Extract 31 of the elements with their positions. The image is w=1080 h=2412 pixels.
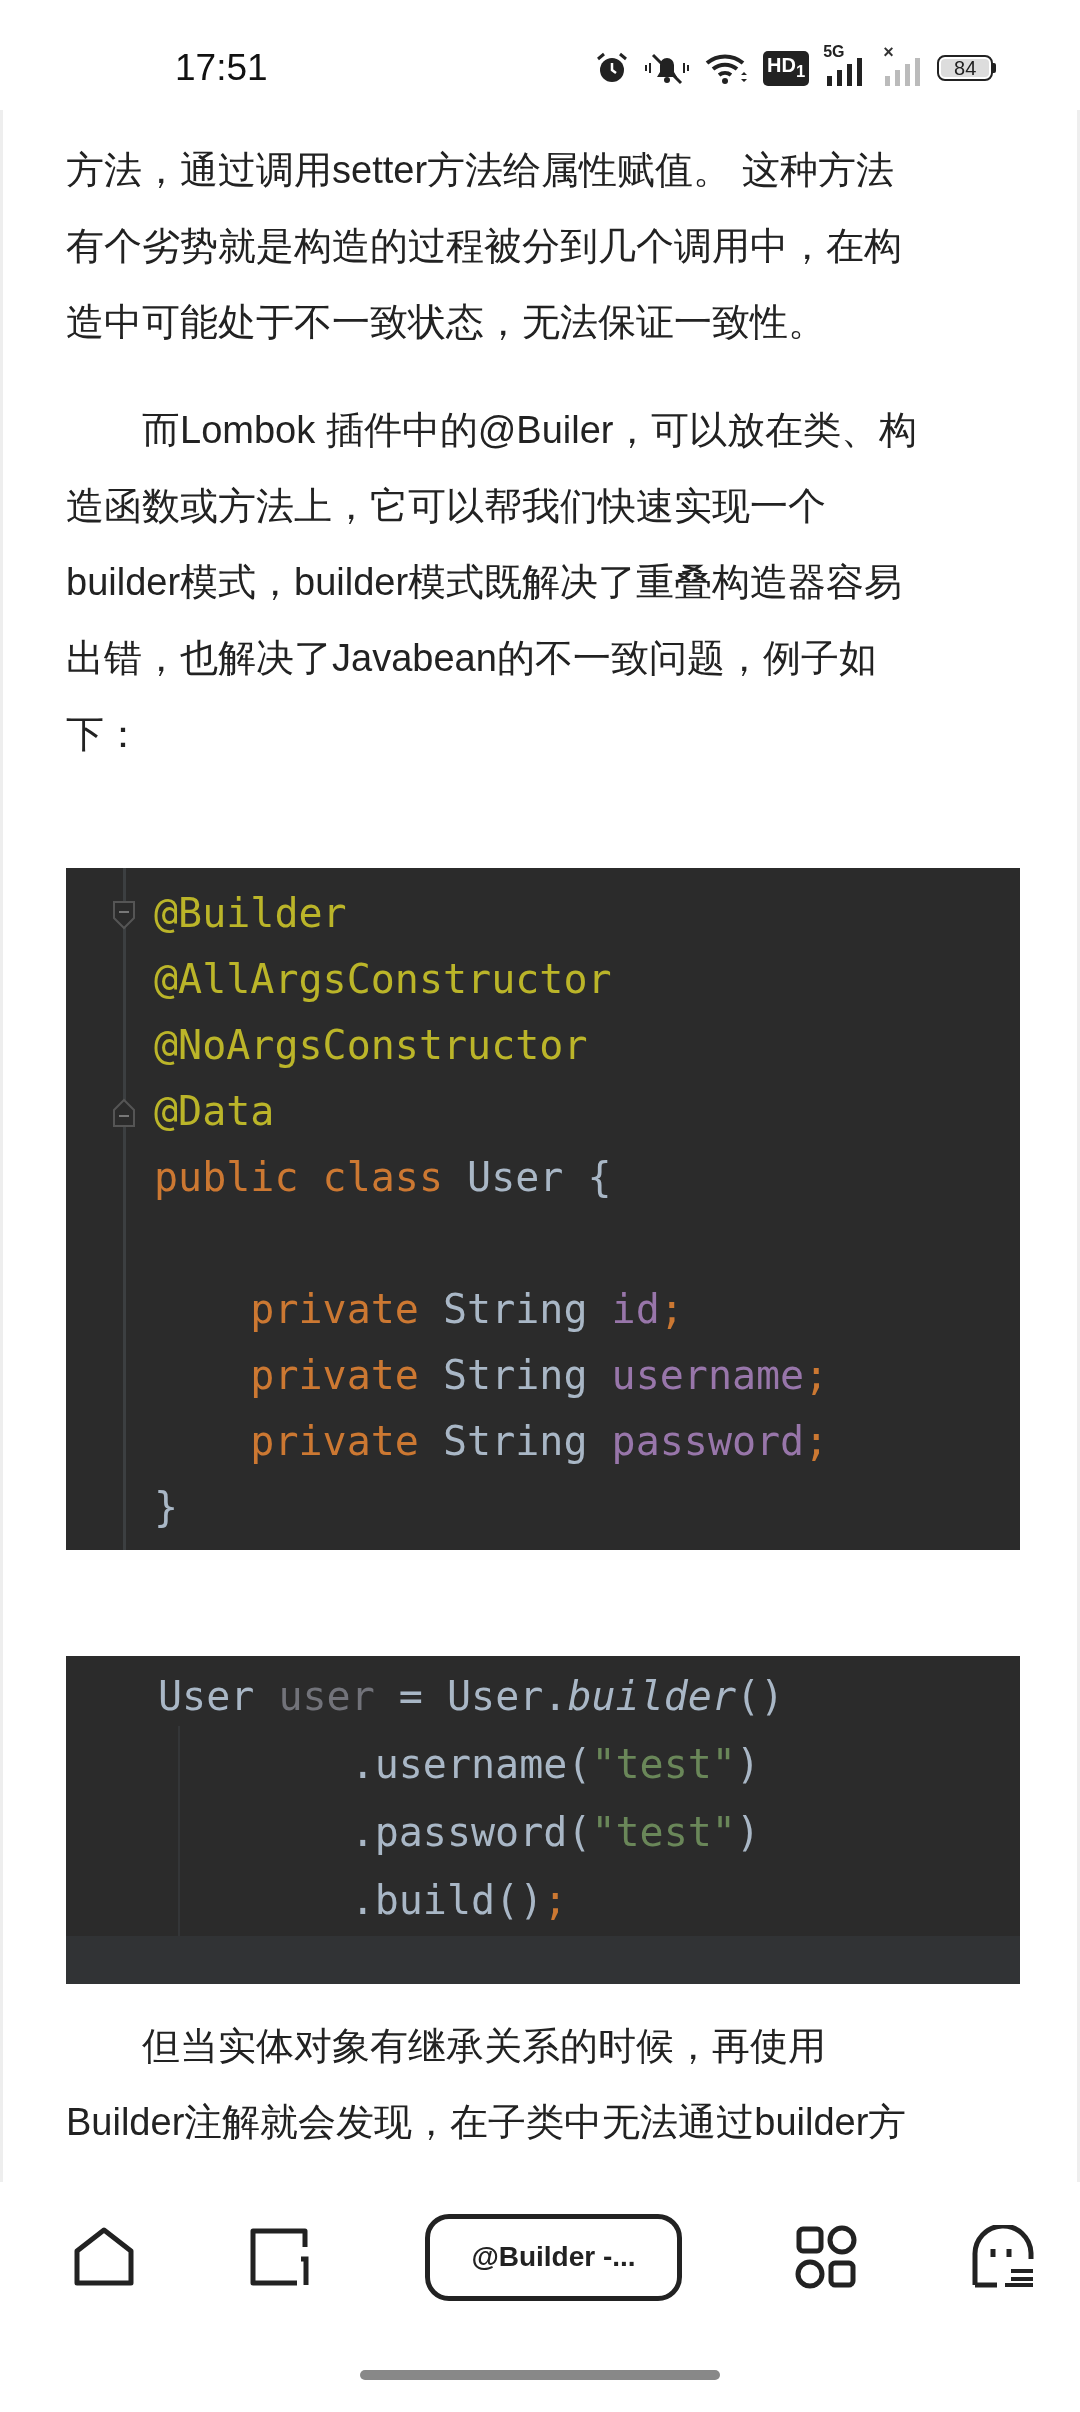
paragraph-text: 方法，通过调用setter方法给属性赋值。 这种方法 有个劣势就是构造的过程被分到几个调用中，在构 造中可能处于不一致状态，无法保证一致性。: [66, 148, 903, 345]
alarm-clock-icon: [595, 51, 629, 85]
network-type-label: 5G: [823, 44, 845, 60]
wifi-icon: [705, 51, 749, 85]
code-line: private String username;: [250, 1352, 829, 1398]
hd-badge: HD$_{1}$: [763, 50, 810, 86]
horizontal-scrollbar[interactable]: [66, 1936, 1020, 1984]
battery-level: 84: [941, 59, 990, 77]
clock-time: 17:51: [175, 47, 269, 89]
code-line: @NoArgsConstructor: [154, 1022, 588, 1068]
code-line: }: [154, 1484, 179, 1530]
code-line: User user = User.builder(): [158, 1673, 785, 1719]
code-line: @Builder: [154, 890, 347, 936]
code-line: private String password;: [250, 1418, 829, 1464]
paragraph-text: 而Lombok 插件中的@Builer，可以放在类、构 造函数或方法上，它可以帮我们快速实现一个 builder模式，builder模式既解决了重叠构造器容易 出错，也解决了Javabean的不一致问题，例子如 下：: [66, 408, 919, 757]
code-line: .build();: [350, 1877, 568, 1923]
fold-marker-icon[interactable]: [113, 900, 135, 930]
fold-marker-icon[interactable]: [113, 1098, 135, 1128]
no-service-mark: ×: [883, 44, 894, 60]
code-line: .password("test"): [350, 1809, 761, 1855]
code-line: private String id;: [250, 1286, 684, 1332]
current-tab-button[interactable]: @Builder -...: [425, 2213, 682, 2301]
code-line: @Data: [154, 1088, 275, 1134]
code-line: public class User {: [154, 1154, 612, 1200]
ghost-profile-icon[interactable]: [971, 2225, 1035, 2289]
code-line: .username("test"): [350, 1741, 761, 1787]
home-icon[interactable]: [72, 2225, 136, 2289]
paragraph-text: 但当实体对象有继承关系的时候，再使用 Builder注解就会发现，在子类中无法通过builder方: [66, 2024, 908, 2145]
muted-bell-icon: [643, 51, 691, 85]
code-line: @AllArgsConstructor: [154, 956, 612, 1002]
apps-grid-icon[interactable]: [794, 2225, 859, 2289]
